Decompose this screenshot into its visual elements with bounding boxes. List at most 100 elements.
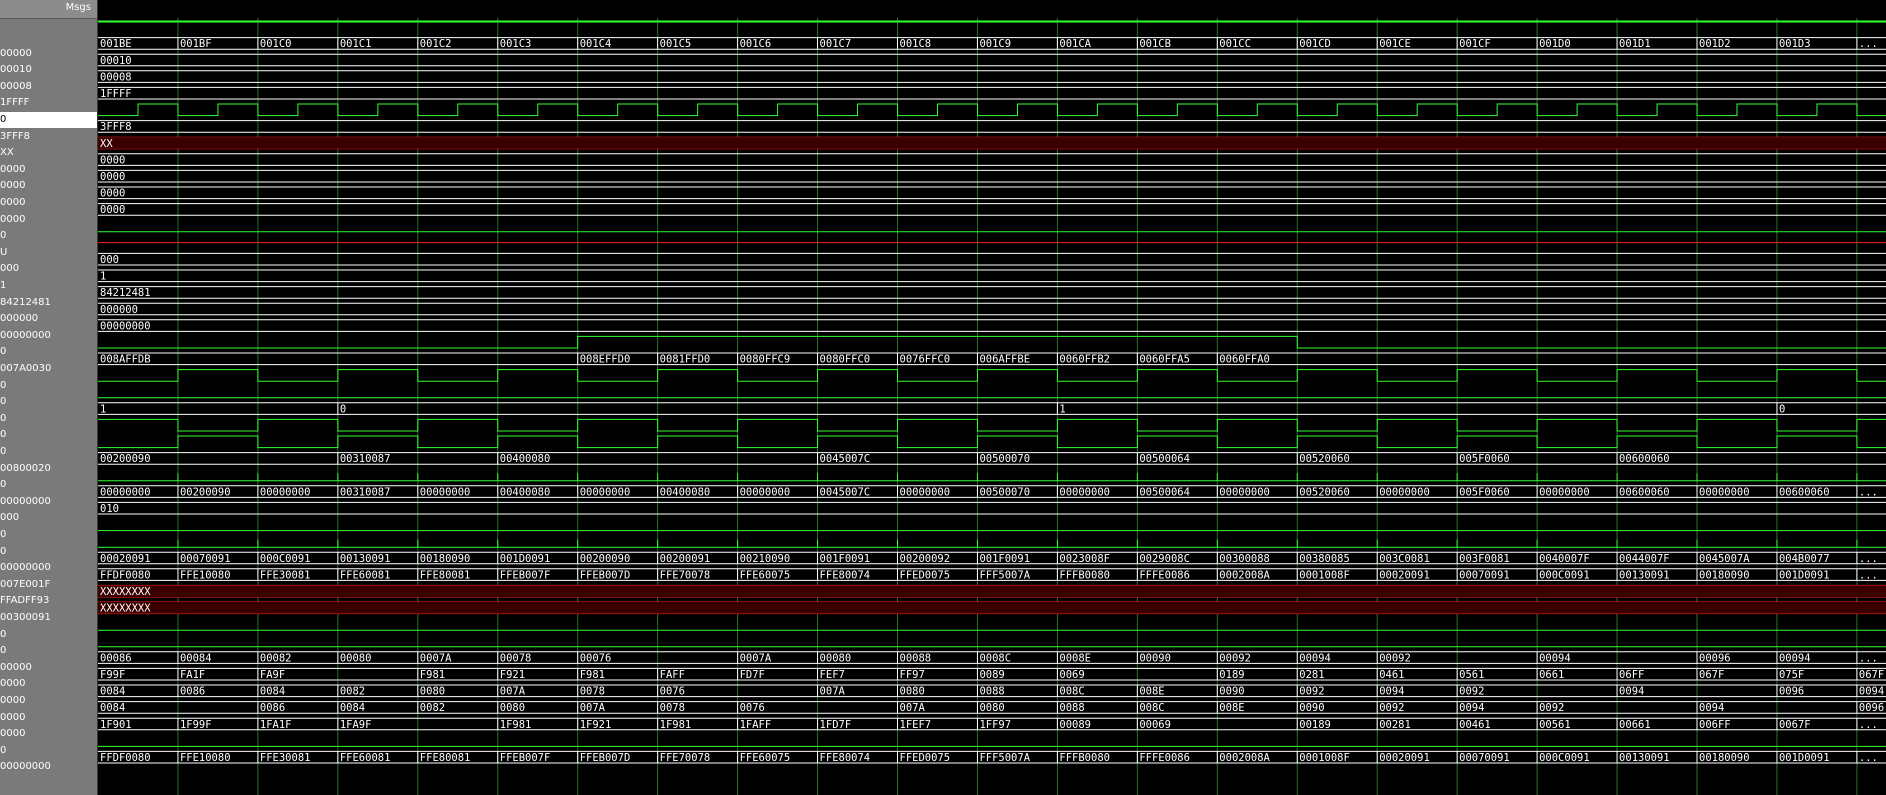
signal-value-row[interactable]: 0 xyxy=(0,427,97,443)
signal-value-row[interactable]: 0 xyxy=(0,394,97,410)
bus-value-label: FA1F xyxy=(180,669,205,681)
signal-value-row[interactable]: 0 xyxy=(0,344,97,360)
bus-value-label: 008AFFDB xyxy=(100,354,151,366)
signal-value-row[interactable]: 0 xyxy=(0,112,97,128)
bus-value-label: 001C7 xyxy=(820,38,852,50)
bus-value-label: XXXXXXXX xyxy=(100,603,151,615)
bus-value-label: 00400080 xyxy=(500,453,551,465)
signal-value-row[interactable]: 0 xyxy=(0,477,97,493)
signal-value-row[interactable]: 007E001F xyxy=(0,577,97,593)
bus-value-label: 0002008A xyxy=(1219,752,1270,764)
bus-value-label: 00200091 xyxy=(660,553,711,565)
bus-value-label: FFFE0086 xyxy=(1139,569,1190,581)
signal-value-row[interactable]: 00800020 xyxy=(0,461,97,477)
bus-value-label: 1F981 xyxy=(500,719,532,731)
signal-value-row[interactable]: 00300091 xyxy=(0,610,97,626)
signal-value-row[interactable]: 000 xyxy=(0,261,97,277)
signal-value-row[interactable]: 0000 xyxy=(0,676,97,692)
bus-value-label: FFF5007A xyxy=(979,752,1030,764)
signal-value-row[interactable]: U xyxy=(0,245,97,261)
signal-value-row[interactable]: 0000 xyxy=(0,726,97,742)
bus-value-label: 00000000 xyxy=(100,320,151,332)
signal-value-row[interactable]: 3FFF8 xyxy=(0,129,97,145)
bus-value-label: 000C0091 xyxy=(1539,752,1590,764)
bus-value-label: 008E xyxy=(1219,702,1244,714)
waveform-pane[interactable]: 001BE 001BF 001C0 001C1 001C2 001C3 001C4 001C5… xyxy=(98,0,1886,795)
signal-value-row[interactable]: 0000 xyxy=(0,212,97,228)
signal-value-row[interactable]: 00000 xyxy=(0,46,97,62)
bus-value-label: 00070091 xyxy=(1459,752,1510,764)
bus-value-label: FFF5007A xyxy=(979,569,1030,581)
waveform-canvas[interactable]: 001BE 001BF 001C0 001C1 001C2 001C3 001C4 001C5… xyxy=(98,0,1886,795)
signal-value-row[interactable]: 00000000 xyxy=(0,759,97,775)
signal-value-row[interactable]: 00000000 xyxy=(0,560,97,576)
unknown-bus-fill xyxy=(98,602,1886,614)
signal-value-row[interactable]: 00000 xyxy=(0,660,97,676)
unknown-bus-fill xyxy=(98,137,1886,149)
signal-value-row[interactable]: 00000000 xyxy=(0,494,97,510)
bus-value-label: 00000000 xyxy=(900,486,951,498)
bus-value-label: 0092 xyxy=(1459,686,1484,698)
signal-value-row[interactable]: 1 xyxy=(0,278,97,294)
bus-value-label: 0661 xyxy=(1539,669,1564,681)
signal-value-row[interactable]: 1FFFF xyxy=(0,95,97,111)
bus-value-label: 1FD7F xyxy=(820,719,852,731)
bus-value-label: 0060FFB2 xyxy=(1059,354,1110,366)
signal-value-row[interactable]: 0 xyxy=(0,444,97,460)
bus-value-label: 001C2 xyxy=(420,38,452,50)
bus-value-label: 0090 xyxy=(1299,702,1324,714)
signal-value-row[interactable]: 000 xyxy=(0,510,97,526)
signal-value-row[interactable]: 0 xyxy=(0,527,97,543)
bus-value-label: 00281 xyxy=(1379,719,1411,731)
bus-value-label: FFE70078 xyxy=(660,752,711,764)
bus-value-label: 0000 xyxy=(100,204,125,216)
signal-value-row[interactable]: 0 xyxy=(0,743,97,759)
signal-value-row[interactable]: 0000 xyxy=(0,162,97,178)
bus-value-label: F921 xyxy=(500,669,525,681)
bus-value-label: 00008 xyxy=(100,71,132,83)
signal-value-row[interactable]: 0000 xyxy=(0,693,97,709)
signal-value-row[interactable]: 000000 xyxy=(0,311,97,327)
signal-value-row[interactable]: XX xyxy=(0,145,97,161)
bus-value-label: 00090 xyxy=(1139,652,1171,664)
bus-value-label: 0008E xyxy=(1059,652,1091,664)
bus-value-label: 075F xyxy=(1779,669,1804,681)
bus-value-label: 00180090 xyxy=(1699,752,1750,764)
signal-value-row[interactable]: FFADFF93 xyxy=(0,593,97,609)
signal-value-row[interactable]: 0000 xyxy=(0,178,97,194)
signal-value-row[interactable]: 0 xyxy=(0,378,97,394)
bus-value-label: 0045007C xyxy=(820,453,871,465)
signal-value-row[interactable] xyxy=(0,29,97,45)
bus-value-label: 1F921 xyxy=(580,719,612,731)
bus-value-label: 0007A xyxy=(740,652,772,664)
signal-value-row[interactable]: 0 xyxy=(0,411,97,427)
bus-value-label: 1FA1F xyxy=(260,719,292,731)
bus-value-label: XXXXXXXX xyxy=(100,586,151,598)
bus-value-label: 0081FFD0 xyxy=(660,354,711,366)
bus-value-label: 00000000 xyxy=(1539,486,1590,498)
signal-value-row[interactable]: 00008 xyxy=(0,79,97,95)
signal-value-row[interactable]: 84212481 xyxy=(0,295,97,311)
bus-value-label: 001C3 xyxy=(500,38,532,50)
signal-value-row[interactable]: 0 xyxy=(0,228,97,244)
signal-value-row[interactable]: 00010 xyxy=(0,62,97,78)
signal-value-row[interactable]: 0 xyxy=(0,643,97,659)
clock-waveform xyxy=(98,103,1886,117)
value-pane-header: Msgs xyxy=(0,0,97,19)
bus-value-label: 00310087 xyxy=(340,486,391,498)
signal-value-row[interactable]: 0 xyxy=(0,544,97,560)
bus-value-label: ... xyxy=(1859,752,1878,764)
bus-value-label: 007A xyxy=(900,702,926,714)
signal-value-row[interactable]: 0000 xyxy=(0,710,97,726)
bus-value-label: 00070091 xyxy=(1459,569,1510,581)
bus-value-label: 001C0 xyxy=(260,38,292,50)
signal-value-row[interactable]: 0000 xyxy=(0,195,97,211)
signal-value-row[interactable]: 007A0030 xyxy=(0,361,97,377)
signal-value-row[interactable]: 00000000 xyxy=(0,328,97,344)
bus-value-label: 00070091 xyxy=(180,553,231,565)
bus-value-label: 0023008F xyxy=(1059,553,1110,565)
signal-value-row[interactable]: 0 xyxy=(0,627,97,643)
bus-value-label: 00500070 xyxy=(979,486,1030,498)
bus-value-label: 00000000 xyxy=(100,486,151,498)
bus-value-label: 001CF xyxy=(1459,38,1491,50)
